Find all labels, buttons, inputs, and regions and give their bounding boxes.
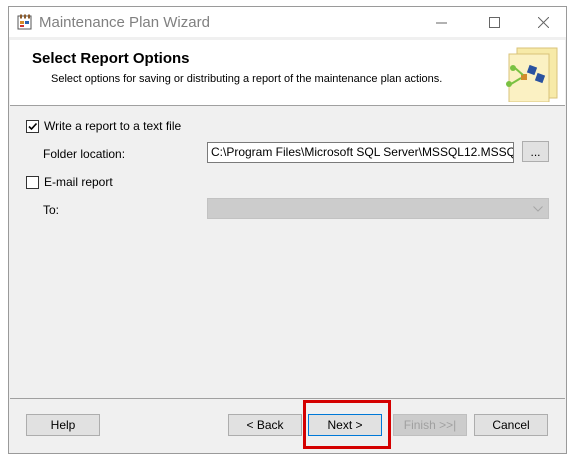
help-button[interactable]: Help: [26, 414, 100, 436]
title-bar: Maintenance Plan Wizard: [9, 7, 566, 37]
minimize-icon: [436, 22, 447, 23]
page-subtitle: Select options for saving or distributin…: [51, 73, 443, 85]
maintenance-plan-wizard-window: Maintenance Plan Wizard Select Report Op…: [8, 6, 567, 454]
minimize-button[interactable]: [419, 7, 464, 37]
wizard-banner-icon: [506, 47, 558, 102]
window-title: Maintenance Plan Wizard: [39, 14, 210, 31]
wizard-header-panel: Select Report Options Select options for…: [10, 40, 565, 106]
close-button[interactable]: [521, 7, 566, 37]
chevron-down-icon: [533, 206, 543, 212]
folder-location-label: Folder location:: [43, 147, 126, 161]
maximize-button[interactable]: [472, 7, 517, 37]
email-report-checkbox[interactable]: [26, 176, 39, 189]
maximize-icon: [489, 16, 500, 28]
footer-divider: [10, 398, 565, 399]
folder-location-input[interactable]: C:\Program Files\Microsoft SQL Server\MS…: [207, 142, 514, 163]
back-button[interactable]: < Back: [228, 414, 302, 436]
write-report-label[interactable]: Write a report to a text file: [44, 119, 181, 133]
to-label: To:: [43, 203, 60, 217]
browse-folder-button[interactable]: ...: [522, 141, 549, 162]
cancel-button[interactable]: Cancel: [474, 414, 548, 436]
to-combobox[interactable]: [207, 198, 549, 219]
wizard-app-icon: [17, 14, 32, 30]
finish-button[interactable]: Finish >>|: [393, 414, 467, 436]
write-report-checkbox[interactable]: [26, 120, 39, 133]
next-button-highlight: [303, 400, 391, 449]
checkmark-icon: [28, 122, 38, 131]
page-title: Select Report Options: [32, 50, 190, 67]
email-report-label[interactable]: E-mail report: [44, 175, 113, 189]
close-icon: [538, 16, 549, 28]
